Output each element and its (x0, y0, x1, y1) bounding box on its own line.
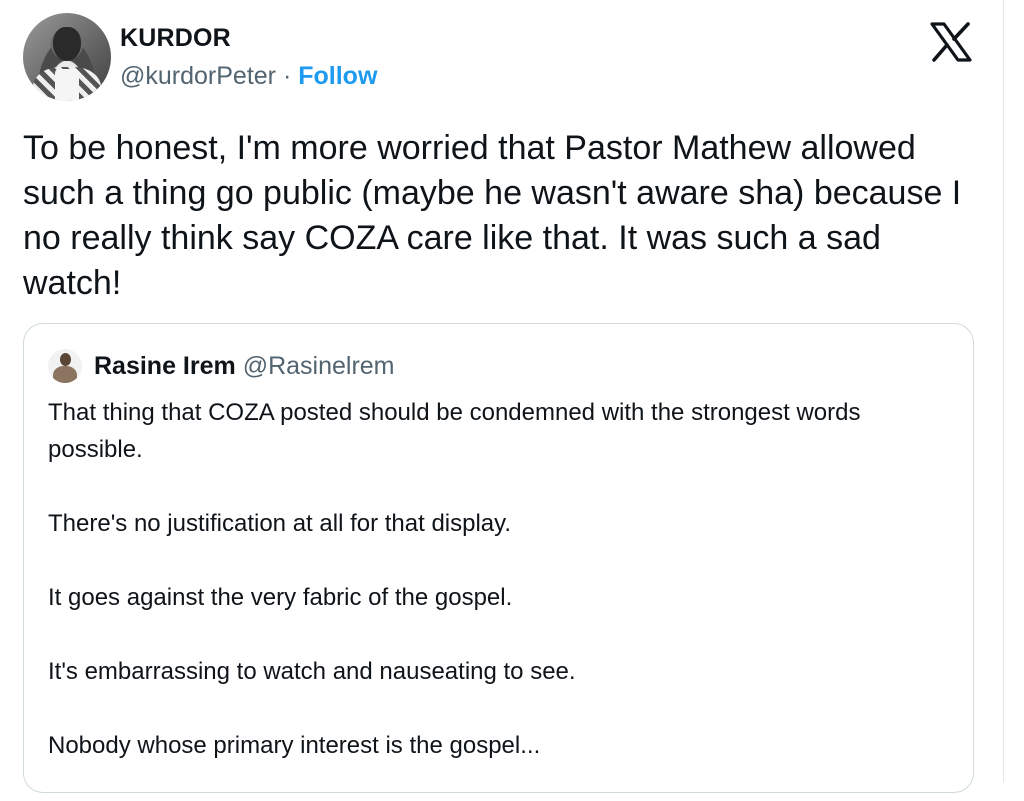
tweet-text: To be honest, I'm more worried that Past… (23, 129, 971, 302)
quoted-tweet[interactable]: Rasine Irem @Rasinelrem That thing that … (23, 323, 974, 793)
quoted-author-handle[interactable]: @Rasinelrem (243, 352, 395, 380)
quoted-author-name[interactable]: Rasine Irem (94, 352, 236, 380)
author-handle[interactable]: @kurdorPeter (120, 62, 276, 90)
quoted-header: Rasine Irem @Rasinelrem (94, 352, 395, 381)
quoted-paragraph: There's no justification at all for that… (48, 510, 512, 537)
quoted-paragraph: It goes against the very fabric of the g… (48, 584, 513, 611)
avatar-face (53, 27, 81, 61)
separator-dot: · (282, 62, 292, 90)
quoted-paragraph: That thing that COZA posted should be co… (48, 399, 861, 463)
quoted-avatar-head (60, 353, 71, 366)
avatar-shirt (55, 69, 79, 101)
follow-button[interactable]: Follow (298, 62, 377, 90)
quoted-paragraph: Nobody whose primary interest is the gos… (48, 732, 541, 759)
quoted-avatar-body (53, 366, 77, 383)
author-avatar[interactable] (23, 13, 111, 101)
author-display-name[interactable]: KURDOR (120, 24, 231, 53)
author-handle-row: @kurdorPeter · Follow (120, 62, 377, 91)
quoted-tweet-text: That thing that COZA posted should be co… (48, 394, 958, 801)
quoted-author-avatar[interactable] (48, 349, 82, 383)
quoted-paragraph: It's embarrassing to watch and nauseatin… (48, 658, 576, 685)
tweet-card: KURDOR @kurdorPeter · Follow To be hones… (0, 0, 1004, 793)
x-logo-icon[interactable] (930, 22, 972, 62)
